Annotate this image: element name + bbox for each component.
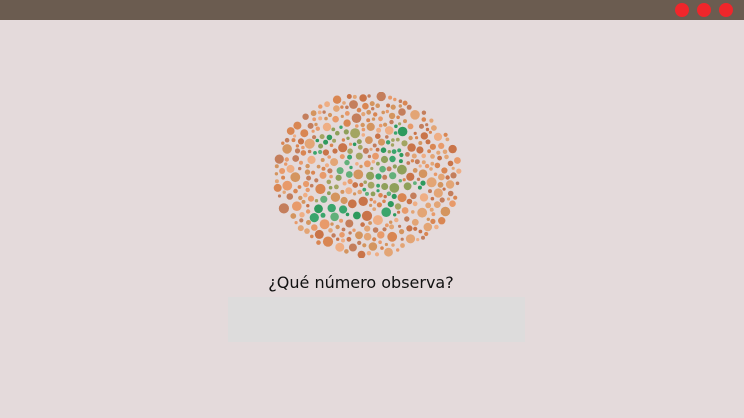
window-maximize-button[interactable] [719, 3, 733, 17]
ishihara-plate [272, 92, 462, 258]
window-minimize-button[interactable] [697, 3, 711, 17]
answer-input[interactable] [228, 297, 525, 342]
title-bar [0, 0, 744, 20]
window-close-button[interactable] [675, 3, 689, 17]
color-dot-plate-image [273, 92, 462, 258]
question-label: ¿Qué número observa? [268, 273, 454, 292]
